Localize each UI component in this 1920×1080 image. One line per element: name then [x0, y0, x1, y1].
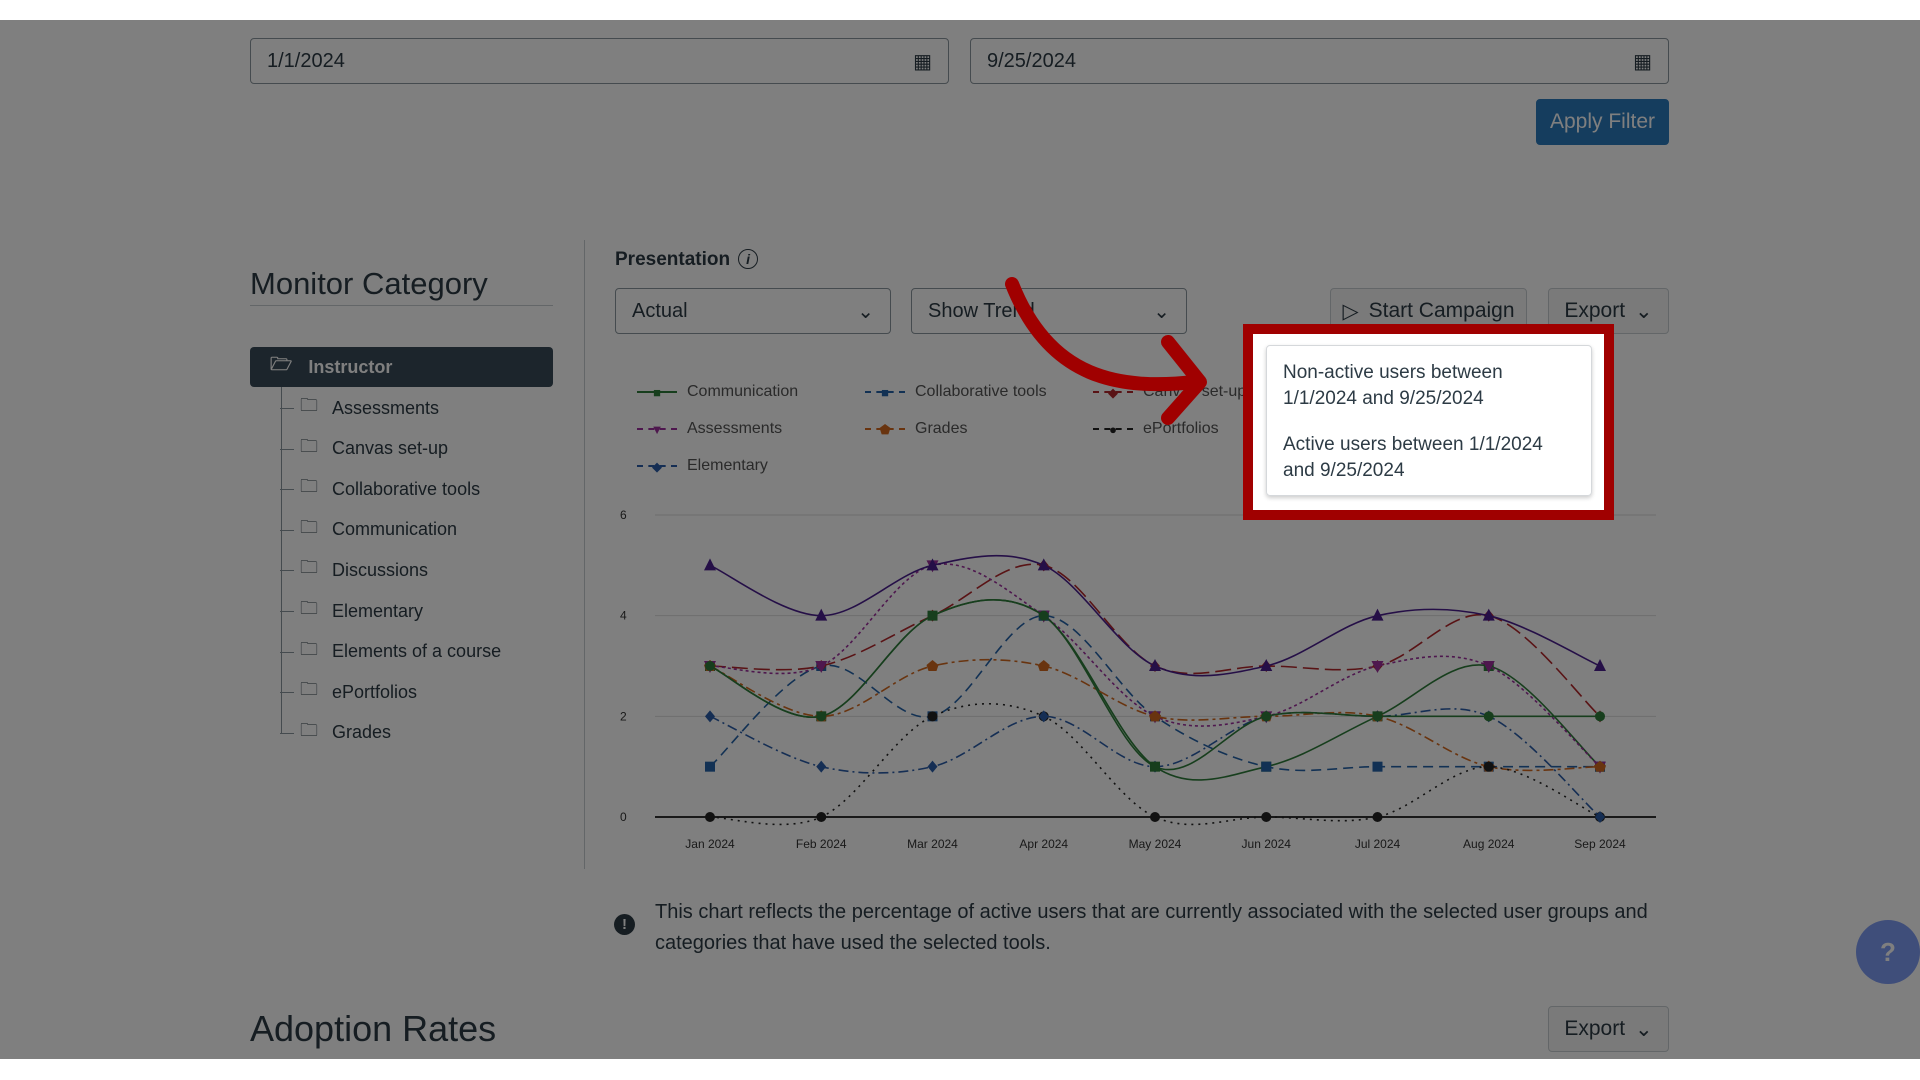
tooltip-line: Active users between 1/1/2024 and 9/25/2… — [1283, 434, 1543, 481]
tooltip-line: Non-active users between 1/1/2024 and 9/… — [1283, 362, 1503, 409]
dim-overlay — [0, 20, 1920, 1059]
highlight-box: Non-active users between 1/1/2024 and 9/… — [1243, 324, 1614, 520]
tooltip: Non-active users between 1/1/2024 and 9/… — [1266, 345, 1592, 496]
arrow-icon — [1005, 277, 1207, 425]
